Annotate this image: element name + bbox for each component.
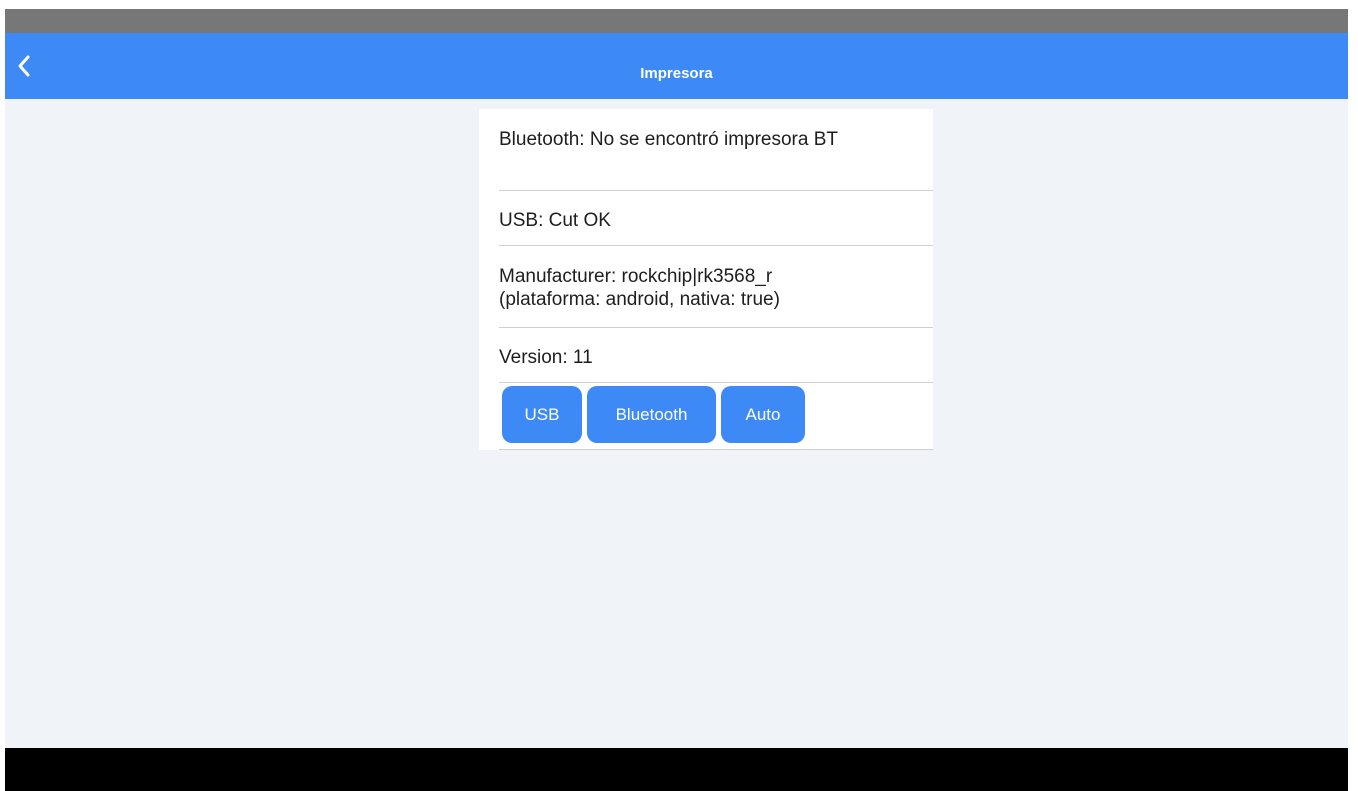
manufacturer-text: Manufacturer: rockchip|rk3568_r bbox=[499, 266, 773, 287]
bluetooth-button[interactable]: Bluetooth bbox=[587, 386, 716, 443]
bluetooth-status-text: Bluetooth: No se encontró impresora BT bbox=[499, 129, 839, 150]
platform-text: (plataforma: android, nativa: true) bbox=[499, 289, 780, 310]
app-bar: Impresora bbox=[5, 33, 1348, 99]
usb-status-item: USB: Cut OK bbox=[499, 191, 933, 246]
usb-status-text: USB: Cut OK bbox=[499, 210, 611, 231]
version-item: Version: 11 bbox=[499, 328, 933, 383]
auto-button[interactable]: Auto bbox=[721, 386, 805, 443]
connection-button-row: USB Bluetooth Auto bbox=[499, 383, 933, 450]
manufacturer-item: Manufacturer: rockchip|rk3568_r (platafo… bbox=[499, 246, 933, 328]
chevron-left-icon bbox=[18, 55, 30, 77]
page-title: Impresora bbox=[640, 65, 713, 82]
version-text: Version: 11 bbox=[499, 347, 593, 368]
content-area: Bluetooth: No se encontró impresora BT U… bbox=[5, 99, 1348, 748]
back-button[interactable] bbox=[9, 51, 39, 81]
usb-button[interactable]: USB bbox=[502, 386, 582, 443]
bluetooth-status-item: Bluetooth: No se encontró impresora BT bbox=[499, 109, 933, 191]
navigation-bar bbox=[5, 748, 1348, 791]
printer-info-card: Bluetooth: No se encontró impresora BT U… bbox=[479, 109, 933, 450]
app-window: Impresora Bluetooth: No se encontró impr… bbox=[5, 9, 1348, 791]
status-bar bbox=[5, 9, 1348, 33]
